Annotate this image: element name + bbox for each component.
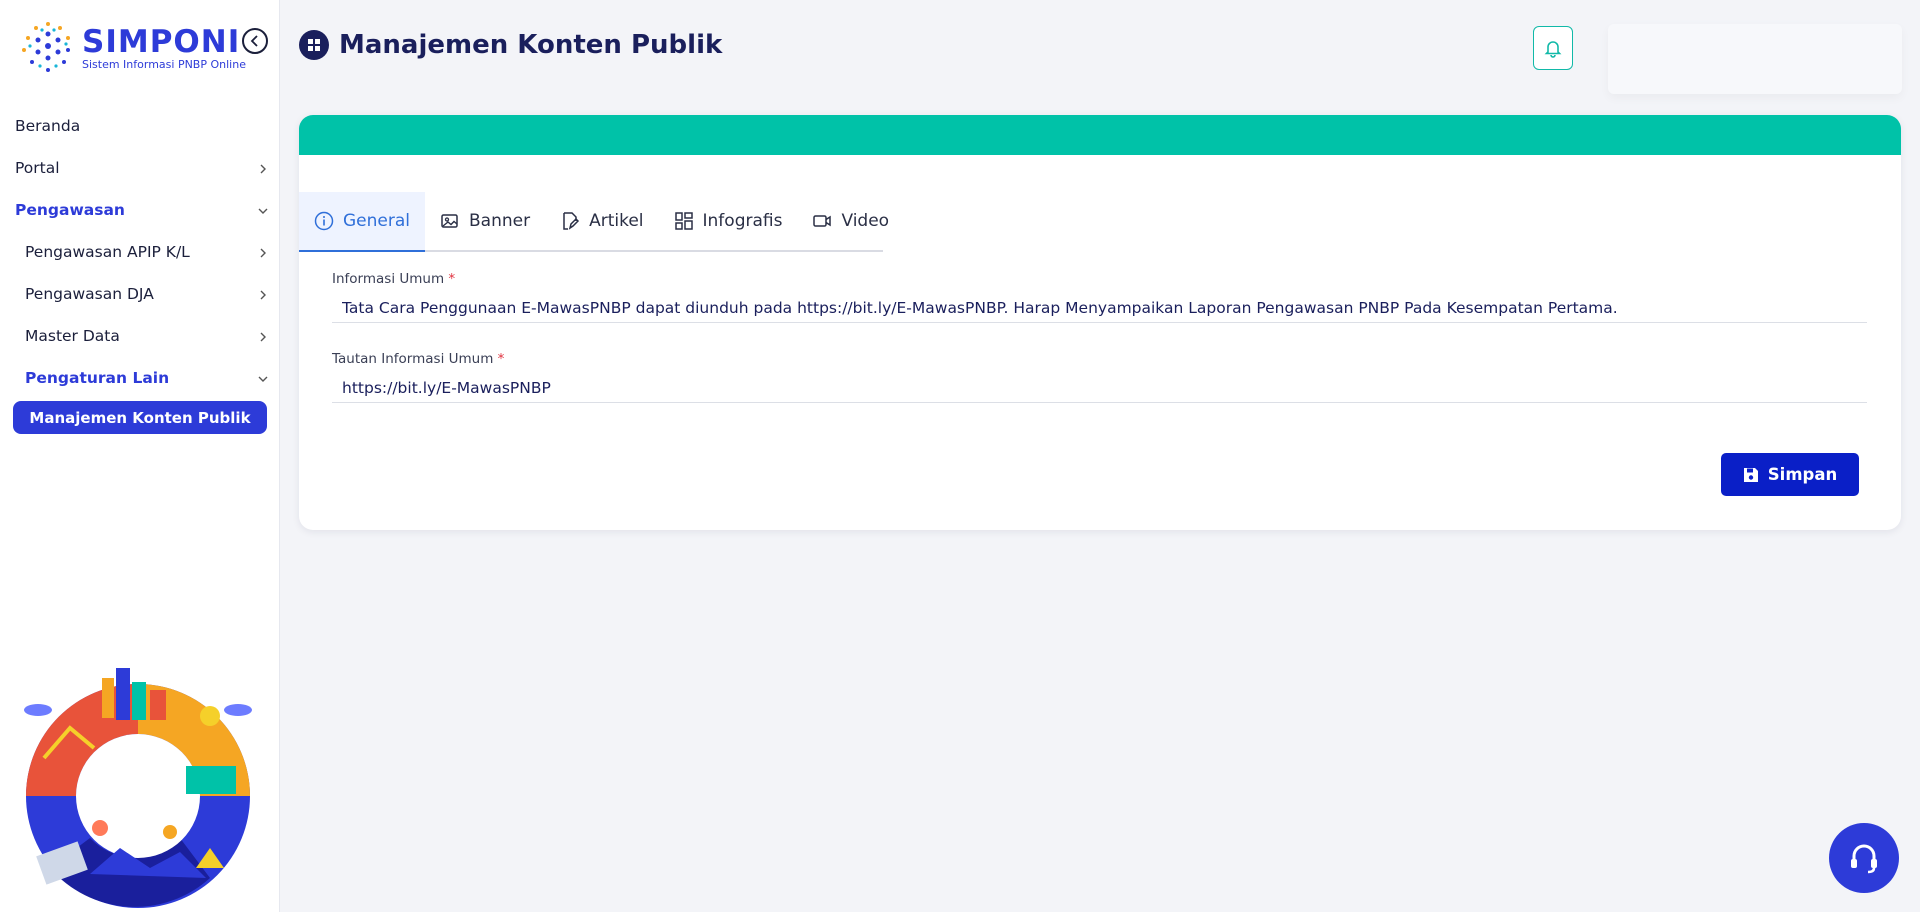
sidebar-item-label: Pengawasan DJA — [25, 285, 154, 303]
info-circle-icon — [314, 211, 334, 231]
info-umum-input[interactable] — [332, 293, 1867, 323]
sidebar-item-portal[interactable]: Portal — [0, 147, 280, 189]
sidebar-item-label: Master Data — [25, 327, 120, 345]
tab-bar: General Banner Artikel Infografis Video — [299, 178, 889, 252]
sidebar-item-label: Beranda — [15, 117, 81, 135]
tautan-info-field: Tautan Informasi Umum * — [332, 351, 1867, 403]
save-button-label: Simpan — [1767, 465, 1838, 484]
content-card: General Banner Artikel Infografis Video … — [299, 115, 1901, 530]
app-logo[interactable]: SIMPONI Sistem Informasi PNBP Online — [18, 18, 246, 78]
sidebar-item-pengawasan[interactable]: Pengawasan — [0, 189, 280, 231]
sidebar-item-pengaturan-lain[interactable]: Pengaturan Lain — [0, 357, 280, 399]
tab-infografis[interactable]: Infografis — [659, 192, 798, 250]
tab-label: Banner — [469, 211, 531, 231]
info-umum-field: Informasi Umum * — [332, 271, 1867, 323]
chevron-right-icon — [260, 164, 266, 174]
sidebar-item-beranda[interactable]: Beranda — [0, 105, 280, 147]
sidebar-item-pengawasan-apip[interactable]: Pengawasan APIP K/L — [0, 231, 280, 273]
required-mark: * — [448, 271, 456, 287]
notification-button[interactable] — [1533, 26, 1573, 70]
sidebar-item-label: Pengaturan Lain — [25, 369, 170, 387]
bell-icon — [1544, 41, 1562, 58]
sidebar-item-label: Pengawasan — [15, 201, 125, 219]
page-title: Manajemen Konten Publik — [339, 30, 723, 60]
sidebar-item-label: Manajemen Konten Publik — [29, 408, 251, 427]
tautan-info-input[interactable] — [332, 373, 1867, 403]
info-umum-label: Informasi Umum * — [332, 271, 456, 287]
chevron-down-icon — [258, 208, 268, 214]
tautan-info-label: Tautan Informasi Umum * — [332, 351, 505, 367]
image-icon — [441, 214, 458, 228]
chevron-down-icon — [258, 376, 268, 382]
sidebar-item-label: Pengawasan APIP K/L — [25, 243, 190, 261]
card-header-band — [299, 115, 1901, 155]
dashboard-icon — [674, 212, 693, 230]
video-camera-icon — [813, 215, 832, 227]
chevron-right-icon — [260, 332, 266, 342]
simponi-logo-icon — [22, 22, 70, 72]
chevron-left-icon — [250, 35, 258, 47]
page-header: Manajemen Konten Publik — [299, 30, 722, 60]
tab-video[interactable]: Video — [797, 192, 904, 250]
chevron-right-icon — [260, 290, 266, 300]
user-profile-card[interactable] — [1608, 24, 1902, 94]
save-button[interactable]: Simpan — [1721, 453, 1859, 496]
tab-label: Video — [841, 211, 890, 231]
sidebar-item-master-data[interactable]: Master Data — [0, 315, 280, 357]
logo-title: SIMPONI — [82, 24, 241, 60]
sidebar-item-manajemen-konten-publik[interactable]: Manajemen Konten Publik — [13, 401, 267, 434]
logo-subtitle: Sistem Informasi PNBP Online — [82, 58, 246, 71]
edit-document-icon — [563, 212, 580, 230]
chevron-right-icon — [260, 248, 266, 258]
tab-label: Artikel — [589, 211, 644, 231]
collapse-sidebar-button[interactable] — [242, 28, 268, 54]
required-mark: * — [497, 351, 505, 367]
grid-icon — [299, 30, 329, 60]
sidebar-illustration — [24, 668, 252, 908]
tab-artikel[interactable]: Artikel — [545, 192, 658, 250]
sidebar-item-pengawasan-dja[interactable]: Pengawasan DJA — [0, 273, 280, 315]
support-chat-button[interactable] — [1829, 823, 1899, 893]
tab-banner[interactable]: Banner — [425, 192, 545, 250]
floppy-disk-icon — [1743, 467, 1758, 482]
headset-icon — [1851, 844, 1877, 874]
sidebar: SIMPONI Sistem Informasi PNBP Online Ber… — [0, 0, 280, 912]
sidebar-item-label: Portal — [15, 159, 60, 177]
tab-label: Infografis — [702, 211, 783, 231]
tab-general[interactable]: General — [299, 192, 425, 252]
sidebar-nav: Beranda Portal Pengawasan Pengawasan API… — [0, 105, 280, 434]
tab-label: General — [343, 211, 410, 231]
